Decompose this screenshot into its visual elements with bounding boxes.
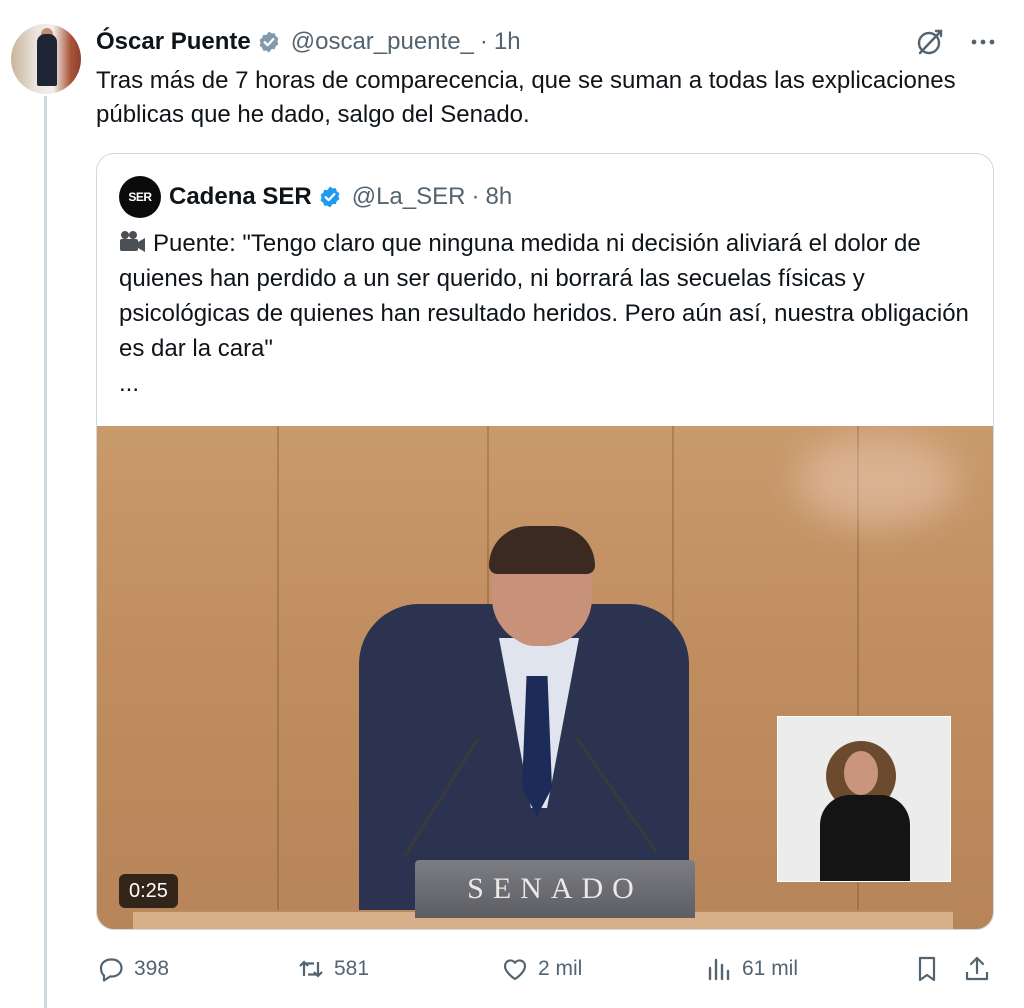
verified-badge-icon bbox=[320, 186, 340, 208]
reply-button[interactable]: 398 bbox=[96, 950, 169, 988]
share-icon bbox=[965, 956, 989, 981]
quote-text-block: Puente: "Tengo claro que ninguna medida … bbox=[119, 226, 979, 401]
like-icon bbox=[503, 959, 527, 981]
share-button[interactable] bbox=[962, 950, 1000, 988]
tweet-time[interactable]: 1h bbox=[494, 28, 521, 56]
like-count: 2 mil bbox=[538, 957, 583, 980]
repost-button[interactable]: 581 bbox=[296, 950, 369, 988]
author-name[interactable]: Óscar Puente bbox=[96, 28, 251, 56]
reply-count: 398 bbox=[134, 957, 170, 980]
quote-author-name[interactable]: Cadena SER bbox=[169, 183, 312, 211]
tweet-header: Óscar Puente @oscar_puente_ · 1h bbox=[96, 26, 521, 58]
ser-logo-text: SER bbox=[128, 190, 152, 204]
tweet-top-actions bbox=[914, 26, 998, 58]
quoted-tweet[interactable]: SER Cadena SER @La_SER · 8h Puente: "Ten… bbox=[96, 153, 994, 930]
header-separator: · bbox=[479, 28, 488, 55]
quote-avatar[interactable]: SER bbox=[119, 176, 161, 218]
views-button[interactable]: 61 mil bbox=[704, 950, 798, 988]
bookmark-icon bbox=[918, 956, 936, 982]
grok-icon[interactable] bbox=[914, 26, 946, 58]
sign-language-interpreter bbox=[777, 716, 951, 882]
reply-icon bbox=[99, 958, 123, 982]
more-icon[interactable] bbox=[968, 27, 998, 57]
quote-ellipsis: ... bbox=[119, 370, 140, 397]
bookmark-button[interactable] bbox=[912, 950, 950, 988]
video-duration: 0:25 bbox=[119, 874, 178, 908]
verified-badge-icon bbox=[259, 31, 279, 53]
quote-separator: · bbox=[471, 183, 480, 210]
quote-text: Puente: "Tengo claro que ninguna medida … bbox=[119, 230, 969, 362]
quote-time[interactable]: 8h bbox=[485, 183, 512, 211]
views-count: 61 mil bbox=[742, 957, 799, 980]
quote-author-handle[interactable]: @La_SER bbox=[352, 183, 466, 211]
thread-line bbox=[44, 96, 47, 1008]
tweet-text: Tras más de 7 horas de comparecencia, qu… bbox=[96, 67, 956, 128]
author-handle[interactable]: @oscar_puente_ bbox=[291, 28, 474, 56]
video-camera-icon bbox=[119, 226, 153, 261]
tweet-actions: 398 581 2 mil 61 mil bbox=[96, 950, 996, 988]
quote-header: SER Cadena SER @La_SER · 8h bbox=[119, 176, 512, 218]
podium-text: SENADO bbox=[467, 872, 643, 905]
views-icon bbox=[708, 958, 730, 981]
video-player[interactable]: SENADO 0:25 bbox=[97, 426, 993, 929]
repost-count: 581 bbox=[334, 957, 370, 980]
author-avatar[interactable] bbox=[11, 24, 81, 94]
repost-icon bbox=[299, 960, 323, 978]
podium: SENADO bbox=[415, 860, 695, 918]
like-button[interactable]: 2 mil bbox=[500, 950, 582, 988]
